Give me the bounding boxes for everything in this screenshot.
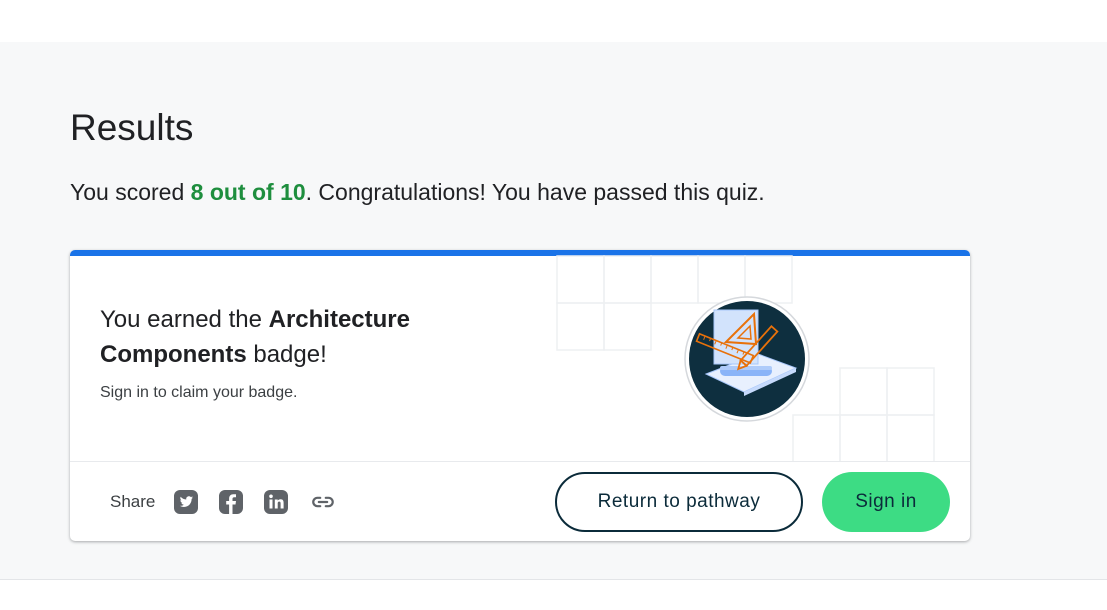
results-heading: Results <box>70 107 194 148</box>
score-suffix: . Congratulations! You have passed this … <box>305 179 765 205</box>
sign-in-button[interactable]: Sign in <box>822 472 950 532</box>
earned-prefix: You earned the <box>100 306 269 333</box>
architecture-components-badge-icon <box>684 296 810 422</box>
earned-suffix: badge! <box>246 341 327 368</box>
badge-card: You earned the Architecture Components b… <box>70 250 970 541</box>
share-label: Share <box>110 492 156 511</box>
link-icon[interactable] <box>310 489 336 515</box>
badge-earned-message: You earned the Architecture Components b… <box>100 302 480 372</box>
score-line: You scored 8 out of 10. Congratulations!… <box>70 178 765 206</box>
facebook-icon[interactable] <box>218 489 244 515</box>
card-footer: Share Return to pathway Sign in <box>70 461 970 541</box>
top-bar <box>0 0 1107 42</box>
score-prefix: You scored <box>70 179 191 205</box>
twitter-icon[interactable] <box>173 489 199 515</box>
linkedin-icon[interactable] <box>263 489 289 515</box>
quiz-results-section: Results You scored 8 out of 10. Congratu… <box>0 42 1107 580</box>
return-to-pathway-button[interactable]: Return to pathway <box>555 472 803 532</box>
score-value: 8 out of 10 <box>190 179 306 205</box>
signin-note: Sign in to claim your badge. <box>100 384 298 401</box>
